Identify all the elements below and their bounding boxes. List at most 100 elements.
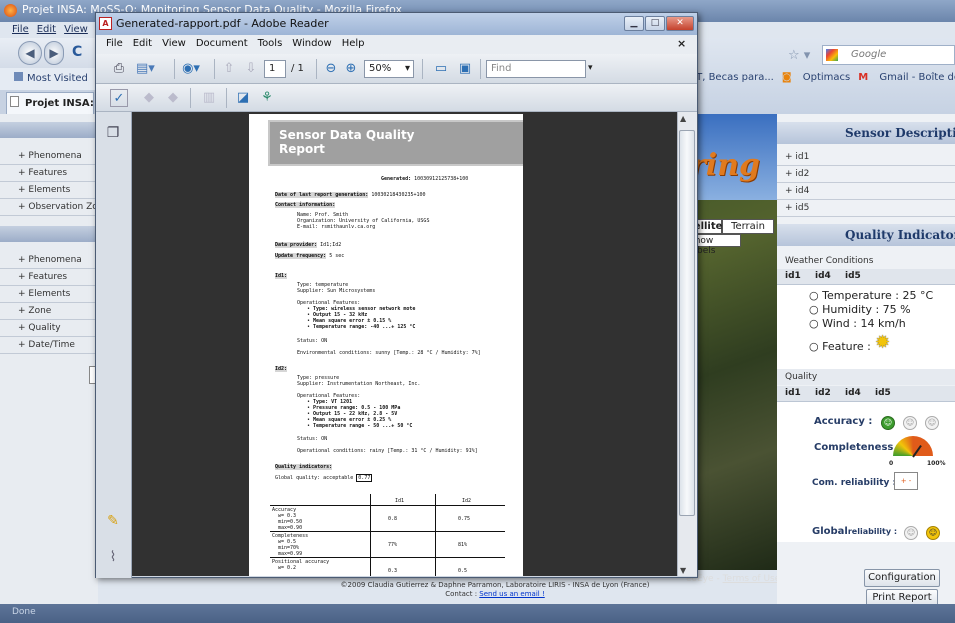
frequency-line: Update frequency: 5 sec: [275, 253, 344, 259]
table-rule: [435, 494, 436, 576]
table-cell: 0.8: [388, 516, 398, 522]
close-icon[interactable]: ✕: [666, 16, 694, 31]
search-input[interactable]: Google: [822, 45, 955, 65]
redo-icon[interactable]: ◆: [164, 89, 182, 107]
menu-document[interactable]: Document: [196, 38, 248, 49]
scroll-up-icon[interactable]: ▲: [680, 114, 686, 123]
table-rule: [270, 557, 505, 558]
filter-item[interactable]: + Quality: [0, 320, 98, 337]
email-link[interactable]: Send us an email !: [479, 590, 544, 598]
find-input[interactable]: Find: [486, 60, 586, 78]
filter-item[interactable]: + Elements: [0, 286, 98, 303]
reader-title: Generated-rapport.pdf - Adobe Reader: [116, 17, 329, 30]
filter-item[interactable]: + Features: [0, 165, 98, 182]
neutral-face-icon: ☺: [903, 416, 917, 430]
weather-tab[interactable]: id5: [845, 271, 861, 281]
bookmark-most-visited[interactable]: Most Visited: [27, 73, 88, 84]
sensor-item[interactable]: + id1: [777, 149, 955, 166]
terrain-button[interactable]: Terrain: [722, 219, 774, 234]
google-icon[interactable]: [826, 49, 838, 61]
sensor-item[interactable]: + id2: [777, 166, 955, 183]
print-icon[interactable]: ⎙: [110, 60, 128, 78]
id1-status: Status: ON: [297, 338, 328, 344]
filter-item[interactable]: + Date/Time: [0, 337, 98, 354]
maximize-icon[interactable]: □: [645, 16, 665, 31]
filter-item[interactable]: + Phenomena: [0, 252, 98, 269]
reload-icon[interactable]: C: [72, 44, 82, 60]
comments-icon[interactable]: ✎: [104, 512, 122, 530]
fit-width-icon[interactable]: ▭: [432, 60, 450, 78]
collaborate-icon[interactable]: ◉▾: [182, 60, 200, 78]
find-options-chevron-icon[interactable]: ▾: [588, 63, 593, 73]
browser-tab[interactable]: Projet INSA:: [6, 92, 94, 114]
terms-link[interactable]: Terms of Use: [723, 574, 781, 584]
footer-contact: Contact : Send us an email !: [300, 590, 690, 599]
configuration-button[interactable]: Configuration: [864, 569, 940, 587]
menu-view[interactable]: View: [162, 38, 186, 49]
attach-file-icon[interactable]: ▥: [200, 89, 218, 107]
temperature-text: Temperature : 25 °C: [822, 289, 934, 302]
menu-view[interactable]: View: [64, 24, 88, 35]
filter-item[interactable]: + Phenomena: [0, 148, 98, 165]
filter-item[interactable]: + Elements: [0, 182, 98, 199]
undo-icon[interactable]: ◆: [140, 89, 158, 107]
weather-tab[interactable]: id4: [815, 271, 831, 281]
menu-help[interactable]: Help: [342, 38, 365, 49]
menu-tools[interactable]: Tools: [258, 38, 283, 49]
sensor-item[interactable]: + id4: [777, 183, 955, 200]
back-arrow-icon[interactable]: ◀: [18, 41, 42, 65]
menu-file[interactable]: File: [12, 24, 29, 35]
close-document-icon[interactable]: ×: [677, 37, 686, 50]
id1-feature: • Temperature range: -40 ...+ 125 °C: [307, 324, 416, 330]
status-bar: [0, 604, 955, 623]
reader-toolbar: ⎙ ▤▾ ◉▾ ⇧ ⇩ 1 / 1 ⊖ ⊕ 50% ▾ ▭ ▣ Find ▾: [96, 54, 697, 84]
wind-value: ○ Wind : 14 km/h: [809, 317, 906, 330]
browser-menu-bar: File Edit View: [0, 22, 98, 38]
bookmark-optimacs[interactable]: Optimacs: [803, 72, 851, 83]
filter-item[interactable]: + Observation Zon: [0, 199, 98, 216]
star-icon[interactable]: ☆ ▾: [788, 48, 810, 63]
provider-label: Data provider:: [275, 242, 318, 248]
quality-tab[interactable]: id4: [845, 388, 861, 398]
quality-tab[interactable]: id1: [785, 388, 801, 398]
bookmark-gmail[interactable]: Gmail - Boîte de récep...: [879, 72, 955, 83]
search-placeholder: Google: [851, 49, 887, 60]
menu-window[interactable]: Window: [292, 38, 331, 49]
toolbar-separator: [480, 59, 481, 79]
menu-edit[interactable]: Edit: [37, 24, 56, 35]
zoom-out-icon[interactable]: ⊖: [322, 60, 340, 78]
contact-line: E-mail: rsmithaunlv.ca.org: [297, 224, 376, 230]
filter-item[interactable]: + Zone: [0, 303, 98, 320]
bookmark-becas[interactable]: YT, Becas para...: [690, 72, 774, 83]
zoom-select[interactable]: 50% ▾: [364, 60, 414, 78]
feature-value: ○ Feature :: [809, 340, 871, 353]
scroll-thumb[interactable]: [679, 130, 695, 516]
scroll-down-icon[interactable]: ▼: [680, 566, 686, 575]
save-icon[interactable]: ▤▾: [136, 60, 155, 78]
prev-page-icon[interactable]: ⇧: [220, 60, 238, 78]
menu-edit[interactable]: Edit: [133, 38, 152, 49]
menu-file[interactable]: File: [106, 38, 123, 49]
snapshot-icon[interactable]: ◪: [234, 89, 252, 107]
forward-arrow-icon[interactable]: ▶: [44, 41, 64, 65]
id2-heading: Id2:: [275, 366, 288, 372]
zoom-in-icon[interactable]: ⊕: [342, 60, 360, 78]
quality-tab[interactable]: id5: [875, 388, 891, 398]
spellcheck-icon[interactable]: ✓: [110, 89, 128, 107]
minimize-icon[interactable]: ▁: [624, 16, 644, 31]
paperclip-icon[interactable]: ⌇: [104, 548, 122, 566]
filter-item[interactable]: + Features: [0, 269, 98, 286]
report-title-line2: Report: [279, 142, 325, 156]
network-icon[interactable]: ⚘: [258, 89, 276, 107]
quality-tabs: id1 id2 id4 id5: [777, 386, 955, 402]
pages-icon[interactable]: ❐: [104, 124, 122, 142]
sensor-item[interactable]: + id5: [777, 200, 955, 217]
quality-tab[interactable]: id2: [815, 388, 831, 398]
id2-feature: • Temperature range - 50 ...+ 50 °C: [307, 423, 413, 429]
page-number-input[interactable]: 1: [264, 60, 286, 78]
global-quality-line: Global quality: acceptable 0.77: [275, 474, 373, 482]
weather-tab[interactable]: id1: [785, 271, 801, 281]
next-page-icon[interactable]: ⇩: [242, 60, 260, 78]
generated-line: Generated: 10030912125738+100: [381, 176, 468, 182]
fit-page-icon[interactable]: ▣: [456, 60, 474, 78]
